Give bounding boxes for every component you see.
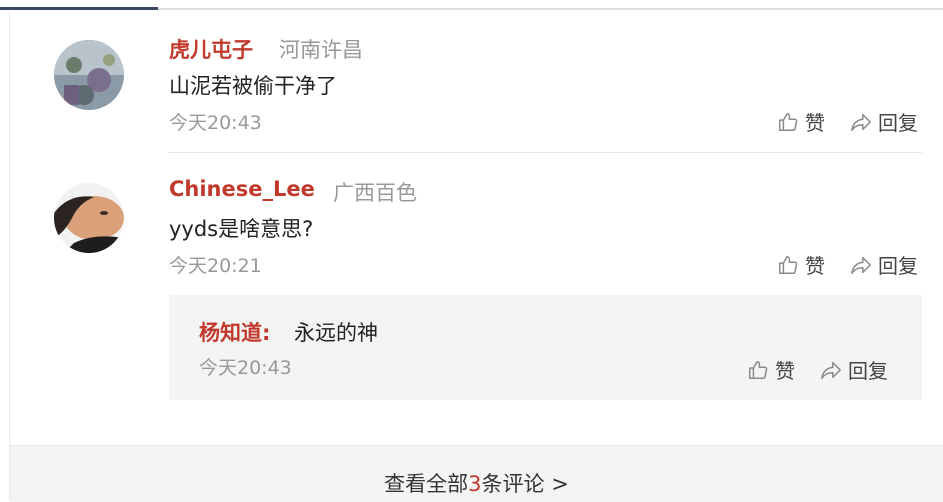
nested-reply: 杨知道: 永远的神 今天20:43 赞 回复 [169, 295, 922, 400]
like-label: 赞 [775, 359, 795, 383]
view-all-comments-bar[interactable]: 查看全部3条评论 > [10, 445, 943, 502]
comment-count: 3 [468, 472, 482, 496]
comment-time: 今天20:43 [169, 112, 262, 134]
reply-label: 回复 [848, 359, 888, 383]
like-label: 赞 [805, 111, 825, 135]
reply-label: 回复 [878, 254, 918, 278]
comment-text: yyds是啥意思? [169, 217, 314, 241]
thumbs-up-icon [779, 112, 798, 131]
comment-author[interactable]: Chinese_Lee [169, 177, 315, 201]
reply-button[interactable]: 回复 [850, 250, 918, 279]
thumbs-up-icon [749, 360, 768, 379]
reply-button[interactable]: 回复 [850, 107, 918, 136]
divider-line [158, 8, 943, 10]
view-all-comments-link[interactable]: 查看全部3条评论 > [384, 468, 569, 498]
top-divider [0, 0, 943, 10]
like-label: 赞 [805, 254, 825, 278]
active-tab-underline [0, 7, 158, 10]
comment-location: 河南许昌 [279, 38, 363, 62]
avatar[interactable] [54, 40, 124, 110]
comment-text: 山泥若被偷干净了 [169, 74, 337, 98]
like-button[interactable]: 赞 [747, 355, 795, 384]
like-button[interactable]: 赞 [777, 250, 825, 279]
reply-label: 回复 [878, 111, 918, 135]
reply-text: 永远的神 [294, 321, 378, 345]
avatar[interactable] [54, 183, 124, 253]
reply-button[interactable]: 回复 [820, 355, 888, 384]
view-all-suffix: 条评论 > [481, 472, 569, 496]
reply-arrow-icon [851, 113, 871, 131]
view-all-prefix: 查看全部 [384, 472, 469, 496]
comment-separator [169, 152, 922, 153]
reply-time: 今天20:43 [199, 357, 292, 379]
like-button[interactable]: 赞 [777, 107, 825, 136]
left-border [9, 10, 10, 501]
reply-author[interactable]: 杨知道: [199, 317, 270, 347]
reply-arrow-icon [821, 361, 841, 379]
comment-author[interactable]: 虎儿屯子 [169, 34, 253, 64]
comment-time: 今天20:21 [169, 255, 262, 277]
comment-location: 广西百色 [333, 181, 417, 205]
reply-arrow-icon [851, 256, 871, 274]
thumbs-up-icon [779, 255, 798, 274]
